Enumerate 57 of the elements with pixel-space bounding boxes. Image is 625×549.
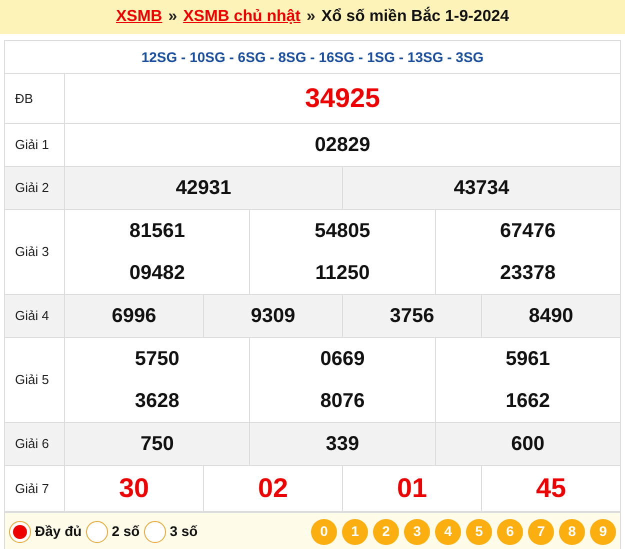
digit-button[interactable]: 0 — [311, 518, 337, 544]
radio-button[interactable] — [86, 520, 108, 542]
prize-number: 5961 — [434, 338, 620, 380]
prize-codes: 12SG - 10SG - 6SG - 8SG - 16SG - 1SG - 13SG - 3SG — [141, 48, 484, 66]
radio-button[interactable] — [9, 520, 31, 542]
prize-number: 3628 — [134, 389, 180, 414]
digit-button[interactable]: 1 — [342, 518, 368, 544]
prize-number: 45 — [481, 466, 620, 511]
prize-number: 339 — [249, 423, 435, 465]
prize-number: 30 — [118, 472, 150, 506]
breadcrumb-separator: » — [168, 7, 178, 27]
prize-number: 600 — [434, 423, 620, 465]
digit-button[interactable]: 3 — [404, 518, 430, 544]
digit-button[interactable]: 8 — [559, 518, 585, 544]
digit-button[interactable]: 9 — [590, 518, 616, 544]
breadcrumb-link[interactable]: XSMB chủ nhật — [183, 5, 300, 29]
prize-number: 23378 — [434, 252, 620, 294]
breadcrumb-separator: » — [306, 7, 316, 27]
prize-number: 8076 — [249, 380, 435, 422]
prize-label: Giải 7 — [5, 466, 65, 511]
prize-number: 67476 — [434, 210, 620, 252]
prize-label: Giải 5 — [5, 338, 65, 422]
digit-button[interactable]: 2 — [373, 518, 399, 544]
page-title: Xổ số miền Bắc 1-9-2024 — [321, 6, 510, 27]
prize-number: 11250 — [249, 252, 435, 294]
prize-number: 42931 — [174, 176, 232, 201]
digit-button[interactable]: 7 — [528, 518, 554, 544]
prize-number: 81561 — [128, 219, 186, 244]
digit-button[interactable]: 4 — [435, 518, 461, 544]
prize-number: 54805 — [249, 210, 435, 252]
prize-number: 1662 — [434, 380, 620, 422]
prize-label: Giải 6 — [5, 423, 65, 465]
display-option[interactable]: 2 số — [86, 520, 140, 542]
prize-number: 6996 — [110, 304, 158, 329]
breadcrumb-link[interactable]: XSMB — [116, 5, 162, 29]
display-option[interactable]: 3 số — [144, 520, 198, 542]
radio-button[interactable] — [144, 520, 166, 542]
prize-number: 09482 — [128, 261, 186, 286]
prize-number: 01 — [342, 466, 481, 511]
prize-number: 8490 — [481, 295, 620, 337]
prize-number: 9309 — [203, 295, 342, 337]
prize-number: 3756 — [342, 295, 481, 337]
prize-number: 02 — [203, 466, 342, 511]
prize-label: Giải 2 — [5, 167, 65, 209]
prize-label: ĐB — [5, 74, 65, 123]
prize-label: Giải 4 — [5, 295, 65, 337]
prize-number: 750 — [139, 432, 175, 457]
prize-number: 02829 — [314, 133, 372, 158]
prize-label: Giải 1 — [5, 124, 65, 166]
prize-number: 0669 — [249, 338, 435, 380]
display-option[interactable]: Đầy đủ — [9, 520, 82, 542]
prize-label: Giải 3 — [5, 210, 65, 294]
digit-button[interactable]: 6 — [497, 518, 523, 544]
prize-number: 43734 — [342, 167, 620, 209]
prize-number: 34925 — [304, 82, 382, 116]
prize-number: 5750 — [134, 347, 180, 372]
digit-button[interactable]: 5 — [466, 518, 492, 544]
